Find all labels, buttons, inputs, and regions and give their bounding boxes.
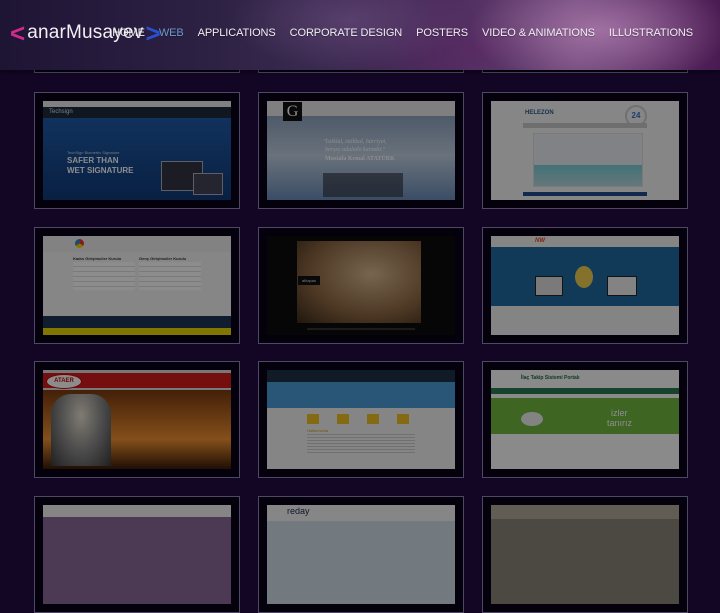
techsign-logo: Techsign [49, 109, 73, 115]
nav-posters[interactable]: POSTERS [416, 27, 468, 39]
portfolio-card-reday[interactable]: reday [258, 496, 464, 613]
portfolio-card-dark-gold[interactable] [482, 496, 688, 613]
website-screenshot: reday [267, 505, 455, 604]
website-screenshot: HELEZON 24 [491, 101, 679, 200]
portfolio-card-ataer[interactable]: ATAER [34, 361, 240, 478]
website-screenshot [491, 505, 679, 604]
portfolio-card-world-map[interactable] [34, 496, 240, 613]
website-screenshot: İlaç Takip Sistemi Portalı izler tanırız [491, 370, 679, 469]
g-logo: G [283, 102, 302, 121]
portfolio-card-helezon[interactable]: HELEZON 24 [482, 92, 688, 209]
website-screenshot [43, 505, 231, 604]
website-screenshot: G "İstiklal, istikbal, hürriyet, herşey … [267, 101, 455, 200]
portfolio-card-idea-site[interactable]: NW [482, 227, 688, 344]
portfolio-card-techsign[interactable]: Techsign TechSign Biometric Signature SA… [34, 92, 240, 209]
website-screenshot: Hakkımızda [267, 370, 455, 469]
portfolio-card-agency-blue[interactable]: Hakkımızda [258, 361, 464, 478]
nav-home[interactable]: HOME [112, 27, 145, 39]
main-nav: HOME WEB APPLICATIONS CORPORATE DESIGN P… [112, 27, 693, 39]
nav-applications[interactable]: APPLICATIONS [198, 27, 276, 39]
nav-illustrations[interactable]: ILLUSTRATIONS [609, 27, 693, 39]
portfolio-card-kadin-girisimciler[interactable]: Kadın Girişimciler Kurulu Genç Girişimci… [34, 227, 240, 344]
ataer-logo: ATAER [46, 374, 82, 389]
website-screenshot: NW [491, 236, 679, 335]
portfolio-card-interior-video[interactable]: afkapas [258, 227, 464, 344]
nav-corporate-design[interactable]: CORPORATE DESIGN [290, 27, 403, 39]
video-progress-bar[interactable] [307, 328, 415, 330]
website-screenshot: Kadın Girişimciler Kurulu Genç Girişimci… [43, 236, 231, 335]
website-screenshot: afkapas [267, 236, 455, 335]
nav-web[interactable]: WEB [159, 27, 184, 39]
lightbulb-illustration [575, 266, 593, 288]
portfolio-card-ilac-takip[interactable]: İlaç Takip Sistemi Portalı izler tanırız [482, 361, 688, 478]
portfolio-grid: Techsign TechSign Biometric Signature SA… [0, 0, 720, 613]
website-screenshot: Techsign TechSign Biometric Signature SA… [43, 101, 231, 200]
nav-video-animations[interactable]: VIDEO & ANIMATIONS [482, 27, 595, 39]
logo-left-bracket-icon: < [10, 18, 26, 48]
portfolio-card-g-law[interactable]: G "İstiklal, istikbal, hürriyet, herşey … [258, 92, 464, 209]
firefighter-image [51, 394, 111, 466]
site-header: < anarMusayev > HOME WEB APPLICATIONS CO… [0, 0, 720, 70]
website-screenshot: ATAER [43, 370, 231, 469]
lighthouse-banner [533, 133, 643, 187]
